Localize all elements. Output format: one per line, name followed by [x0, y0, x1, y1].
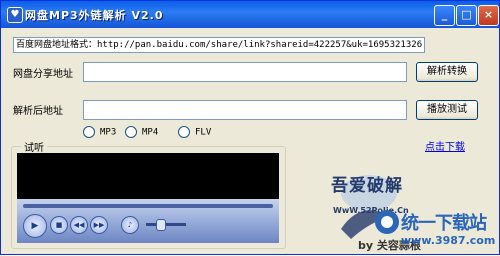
- volume-track[interactable]: [146, 223, 186, 226]
- next-button[interactable]: ▶▶: [90, 216, 108, 234]
- app-icon[interactable]: ♥: [7, 7, 23, 23]
- share-url-input[interactable]: [83, 62, 407, 82]
- watermark-text: 统一下载站: [401, 213, 487, 234]
- previous-button[interactable]: ◀◀: [70, 216, 88, 234]
- title-bar[interactable]: ♥ 网盘MP3外链解析 V2.0 _ □ ×: [1, 1, 499, 28]
- main-window: ♥ 网盘MP3外链解析 V2.0 _ □ × 百度网盘地址格式：http://p…: [0, 0, 500, 255]
- result-url-input[interactable]: [83, 100, 407, 120]
- format-option-mp3[interactable]: MP3: [83, 126, 116, 138]
- seek-bar[interactable]: [23, 204, 273, 208]
- radio-mp4[interactable]: [125, 126, 137, 138]
- download-link[interactable]: 点击下载: [425, 138, 465, 153]
- format-hint-field[interactable]: 百度网盘地址格式：http://pan.baidu.com/share/link…: [13, 37, 425, 53]
- preview-group-label: 试听: [21, 139, 47, 154]
- stop-button[interactable]: ■: [50, 216, 68, 234]
- watermark-url: www.3987.com: [401, 234, 496, 247]
- radio-flv[interactable]: [178, 126, 190, 138]
- parse-button[interactable]: 解析转换: [416, 62, 478, 82]
- format-mp3-label: MP3: [100, 127, 117, 138]
- radio-mp3[interactable]: [83, 126, 95, 138]
- maximize-button[interactable]: □: [456, 5, 477, 26]
- volume-slider[interactable]: [156, 219, 166, 231]
- close-button[interactable]: ×: [478, 5, 499, 26]
- play-button[interactable]: ▶: [23, 214, 47, 238]
- play-test-button[interactable]: 播放测试: [416, 100, 478, 120]
- mute-button[interactable]: ♪: [121, 216, 139, 234]
- format-option-flv[interactable]: FLV: [178, 126, 211, 138]
- share-label: 网盘分享地址: [13, 69, 73, 80]
- result-label: 解析后地址: [13, 106, 63, 117]
- format-option-mp4[interactable]: MP4: [125, 126, 158, 138]
- format-mp4-label: MP4: [142, 127, 159, 138]
- minimize-button[interactable]: _: [434, 5, 455, 26]
- player-screen[interactable]: [17, 153, 279, 199]
- format-flv-label: FLV: [195, 127, 212, 138]
- logo-title: 吾爱破解: [331, 176, 403, 196]
- window-title: 网盘MP3外链解析 V2.0: [25, 9, 164, 22]
